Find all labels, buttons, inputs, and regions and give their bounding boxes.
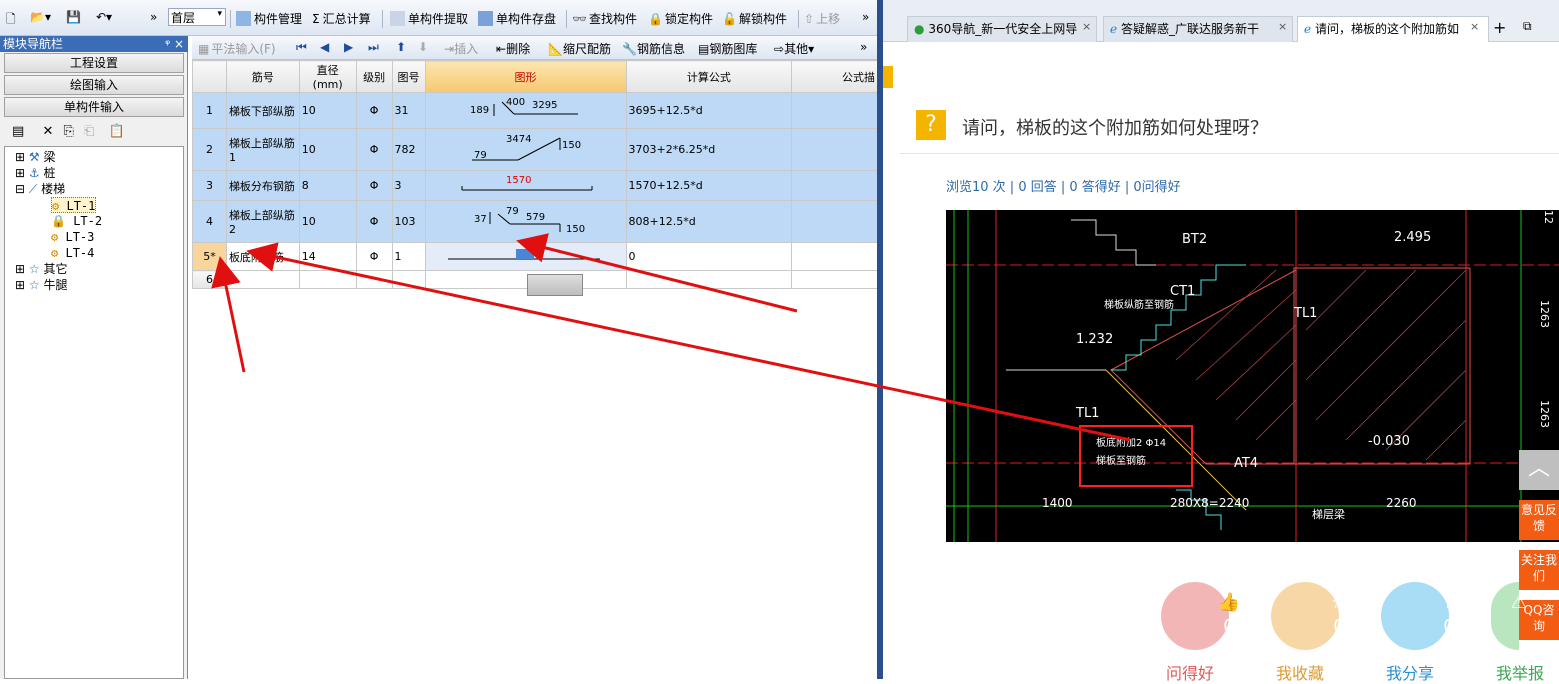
annotation-arrows	[211, 233, 1131, 442]
arrow-to-shape	[516, 233, 798, 313]
arrow-to-bar-name	[246, 242, 1131, 442]
arrow-to-row-number	[211, 256, 246, 373]
